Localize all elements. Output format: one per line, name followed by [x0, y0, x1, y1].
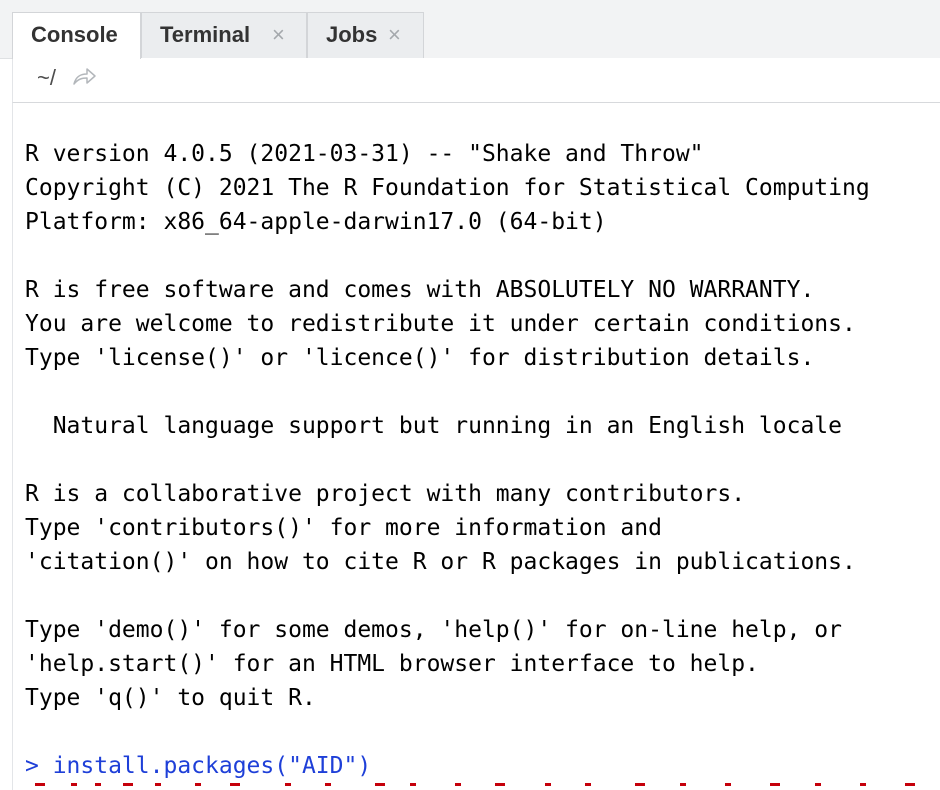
console-output-line: Type 'contributors()' for more informati… [25, 515, 662, 541]
console-output-line: Platform: x86_64-apple-darwin17.0 (64-bi… [25, 209, 607, 235]
tab-jobs[interactable]: Jobs × [307, 12, 424, 58]
console-output-line: Copyright (C) 2021 The R Foundation for … [25, 175, 870, 201]
tab-label: Jobs [326, 22, 378, 47]
console-output-line: Type 'demo()' for some demos, 'help()' f… [25, 617, 842, 643]
console-output-line: R version 4.0.5 (2021-03-31) -- "Shake a… [25, 141, 704, 167]
console-output-line: Natural language support but running in … [25, 413, 842, 439]
console-message-line-partial [35, 783, 915, 786]
console-output-line: 'citation()' on how to cite R or R packa… [25, 549, 856, 575]
tab-console[interactable]: Console [12, 12, 141, 59]
console-output-line: R is a collaborative project with many c… [25, 481, 746, 507]
console-output-line: Type 'license()' or 'licence()' for dist… [25, 345, 815, 371]
console-toolbar: ~/ [12, 58, 940, 103]
working-directory-path[interactable]: ~/ [37, 65, 56, 91]
pane-tab-bar: Console Terminal × Jobs × [0, 0, 940, 59]
console-output[interactable]: R version 4.0.5 (2021-03-31) -- "Shake a… [12, 103, 940, 790]
close-icon[interactable]: × [272, 13, 285, 57]
go-to-directory-icon[interactable] [71, 66, 97, 88]
tab-label: Terminal [160, 22, 251, 47]
console-output-line: R is free software and comes with ABSOLU… [25, 277, 815, 303]
tab-terminal[interactable]: Terminal × [141, 12, 307, 58]
console-output-line: You are welcome to redistribute it under… [25, 311, 856, 337]
rstudio-console-pane: Console Terminal × Jobs × ~/ R version 4… [0, 0, 940, 790]
close-icon[interactable]: × [388, 13, 401, 57]
console-output-line: 'help.start()' for an HTML browser inter… [25, 651, 759, 677]
console-command-line: > install.packages("AID") [25, 753, 372, 779]
tab-label: Console [31, 22, 118, 47]
console-output-line: Type 'q()' to quit R. [25, 685, 316, 711]
